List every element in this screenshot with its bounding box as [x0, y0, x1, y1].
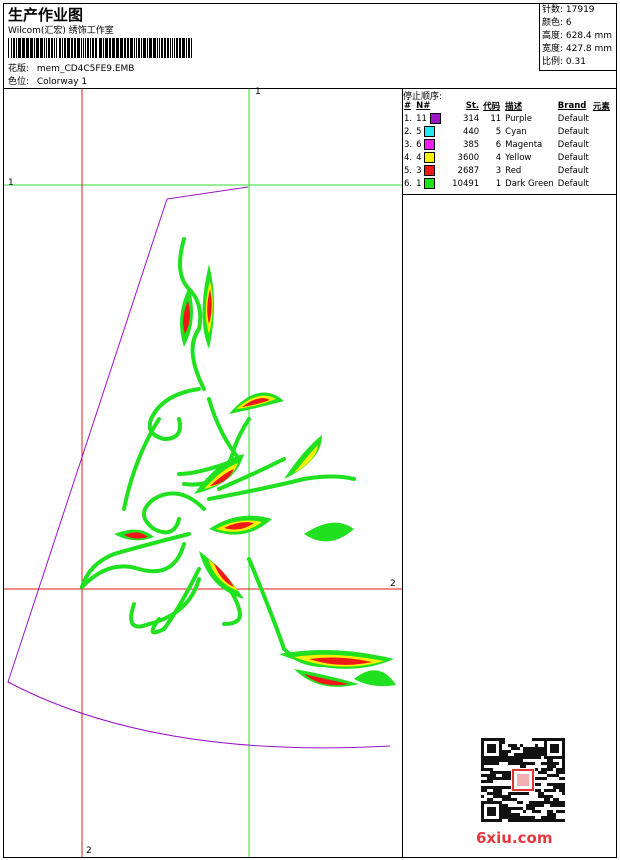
row-code: 11: [490, 113, 502, 124]
page-title: 生产作业图: [8, 6, 84, 24]
colorway-name: Colorway 1: [36, 77, 88, 87]
row-needle: 4: [414, 151, 450, 164]
row-index: 3.: [404, 139, 413, 150]
stop-table-divider: [402, 194, 617, 195]
table-row: 2. 5 440 5 Cyan Default: [402, 125, 612, 138]
axis-label-red-bottom: 2: [86, 846, 92, 856]
design-width: 宽度: 427.8 mm: [542, 44, 613, 54]
needle-number: 1: [416, 179, 422, 189]
row-needle: 1: [414, 177, 450, 190]
colorway-label: 色位:: [8, 77, 30, 87]
row-element: [591, 164, 612, 177]
row-element: [591, 177, 612, 190]
col-code: 代码: [483, 102, 501, 112]
needle-number: 3: [416, 166, 422, 176]
qr-code: [481, 738, 565, 822]
row-code: 5: [495, 126, 502, 137]
axis-label-green-top: 1: [255, 87, 261, 97]
needle-number: 4: [416, 153, 422, 163]
design-file-name: mem_CD4C5FE9.EMB: [36, 64, 135, 74]
row-code: 6: [495, 139, 502, 150]
color-swatch: [424, 126, 436, 137]
col-needle: N#: [416, 101, 431, 111]
row-brand: Default: [557, 165, 589, 176]
col-index: #: [404, 101, 412, 111]
embroidery-design-canvas: [4, 89, 402, 857]
stitch-count: 针数: 17919: [542, 5, 595, 15]
axis-label-green-left: 1: [8, 178, 14, 188]
stop-sequence-table: # N# St. 代码 描述 Brand 元素 1. 11 314 11 Purple…: [402, 100, 612, 190]
row-index: 4.: [404, 152, 413, 163]
col-brand: Brand: [557, 101, 587, 111]
axis-label-red-right: 2: [390, 579, 396, 589]
row-brand: Default: [557, 139, 589, 150]
row-element: [591, 151, 612, 164]
row-stitches: 10491: [452, 178, 480, 189]
row-stitches: 385: [462, 139, 480, 150]
row-index: 1.: [404, 113, 413, 124]
needle-number: 6: [416, 140, 422, 150]
row-description: Red: [505, 165, 522, 176]
row-description: Purple: [505, 113, 533, 124]
color-swatch: [424, 178, 436, 189]
row-needle: 5: [414, 125, 450, 138]
design-info-box: 针数: 17919 颜色: 6 高度: 628.4 mm 宽度: 427.8 m…: [539, 4, 617, 70]
row-brand: Default: [557, 113, 589, 124]
col-description: 描述: [505, 102, 523, 112]
info-box-divider: [539, 70, 617, 71]
row-stitches: 314: [462, 113, 480, 124]
color-swatch: [429, 113, 441, 124]
needle-number: 5: [416, 127, 422, 137]
colorway-row: 色位: Colorway 1: [8, 74, 87, 87]
row-stitches: 440: [462, 126, 480, 137]
row-code: 4: [495, 152, 502, 163]
color-swatch: [424, 165, 436, 176]
row-description: Yellow: [505, 152, 532, 163]
design-label: 花版:: [8, 64, 30, 74]
table-row: 5. 3 2687 3 Red Default: [402, 164, 612, 177]
row-needle: 11: [414, 112, 450, 125]
panel-divider: [402, 88, 403, 858]
color-swatch: [424, 139, 436, 150]
design-scale: 比例: 0.31: [542, 57, 586, 67]
row-needle: 6: [414, 138, 450, 151]
row-element: [591, 138, 612, 151]
row-code: 3: [495, 165, 502, 176]
row-description: Cyan: [505, 126, 527, 137]
table-row: 1. 11 314 11 Purple Default: [402, 112, 612, 125]
row-stitches: 2687: [457, 165, 480, 176]
row-index: 6.: [404, 178, 413, 189]
col-element: 元素: [592, 102, 610, 112]
row-element: [591, 125, 612, 138]
row-brand: Default: [557, 152, 589, 163]
table-row: 4. 4 3600 4 Yellow Default: [402, 151, 612, 164]
row-code: 1: [495, 178, 502, 189]
barcode: [8, 38, 192, 58]
col-stitches: St.: [465, 101, 480, 111]
table-row: 3. 6 385 6 Magenta Default: [402, 138, 612, 151]
row-brand: Default: [557, 126, 589, 137]
table-row: 6. 1 10491 1 Dark Green Default: [402, 177, 612, 190]
row-index: 2.: [404, 126, 413, 137]
design-file-row: 花版: mem_CD4C5FE9.EMB: [8, 61, 134, 74]
row-index: 5.: [404, 165, 413, 176]
needle-number: 11: [416, 114, 427, 124]
row-stitches: 3600: [457, 152, 480, 163]
design-height: 高度: 628.4 mm: [542, 31, 613, 41]
row-description: Dark Green: [505, 178, 554, 189]
row-brand: Default: [557, 178, 589, 189]
watermark-site: 6xiu.com: [476, 829, 553, 847]
row-description: Magenta: [505, 139, 543, 150]
company-name: Wilcom(汇宏) 绣饰工作室: [8, 26, 114, 36]
row-needle: 3: [414, 164, 450, 177]
row-element: [591, 112, 612, 125]
color-count: 颜色: 6: [542, 18, 572, 28]
color-swatch: [424, 152, 436, 163]
